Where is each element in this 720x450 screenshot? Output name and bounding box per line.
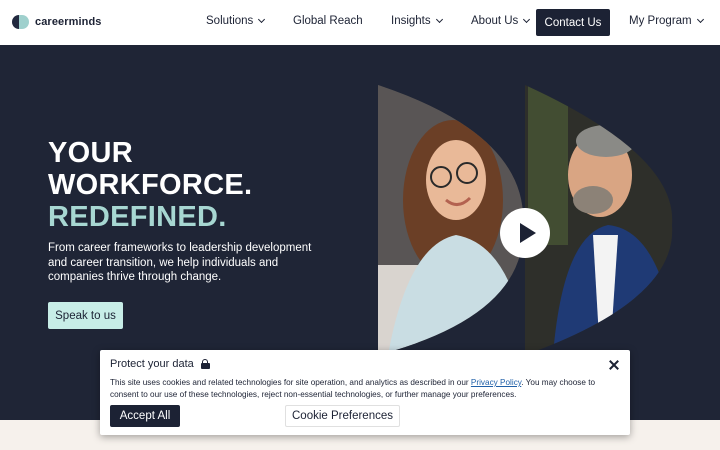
nav-item-label: Solutions (206, 15, 254, 27)
chevron-down-icon (435, 15, 443, 24)
nav-item-global-reach[interactable]: Global Reach (293, 15, 363, 27)
cookie-banner: Protect your data This site uses cookies… (100, 350, 630, 435)
close-icon[interactable] (608, 359, 620, 371)
logo-text: careerminds (35, 16, 102, 28)
hero-headline: YOUR WORKFORCE. REDEFINED. (48, 137, 252, 233)
play-icon (519, 223, 536, 243)
nav-item-my-program[interactable]: My Program (629, 15, 704, 27)
nav-item-label: My Program (629, 15, 692, 27)
logo-mark-icon (12, 15, 30, 29)
hero-description: From career frameworks to leadership dev… (48, 242, 312, 283)
cookie-text-before: This site uses cookies and related techn… (110, 378, 471, 387)
chevron-down-icon (258, 15, 266, 24)
chevron-down-icon (523, 15, 531, 24)
accept-all-button[interactable]: Accept All (110, 405, 180, 427)
headline-accent-line: REDEFINED. (48, 201, 227, 233)
privacy-policy-link[interactable]: Privacy Policy (471, 378, 521, 387)
nav-item-label: Global Reach (293, 15, 363, 27)
top-nav: careerminds Solutions Global Reach Insig… (0, 0, 720, 45)
nav-item-solutions[interactable]: Solutions (206, 15, 266, 27)
logo[interactable]: careerminds (12, 15, 102, 29)
cookie-title-text: Protect your data (110, 358, 194, 370)
cookie-preferences-button[interactable]: Cookie Preferences (285, 405, 400, 427)
contact-us-button[interactable]: Contact Us (536, 9, 610, 36)
headline-line: WORKFORCE. (48, 169, 253, 201)
nav-item-insights[interactable]: Insights (391, 15, 443, 27)
nav-item-label: About Us (471, 15, 519, 27)
chevron-down-icon (696, 15, 704, 24)
speak-to-us-button[interactable]: Speak to us (48, 302, 123, 329)
cookie-text: This site uses cookies and related techn… (110, 377, 620, 401)
headline-line: YOUR (48, 137, 133, 169)
nav-item-about-us[interactable]: About Us (471, 15, 531, 27)
lock-icon (200, 359, 210, 369)
play-video-button[interactable] (500, 208, 550, 258)
nav-item-label: Insights (391, 15, 431, 27)
cookie-title: Protect your data (110, 358, 210, 370)
